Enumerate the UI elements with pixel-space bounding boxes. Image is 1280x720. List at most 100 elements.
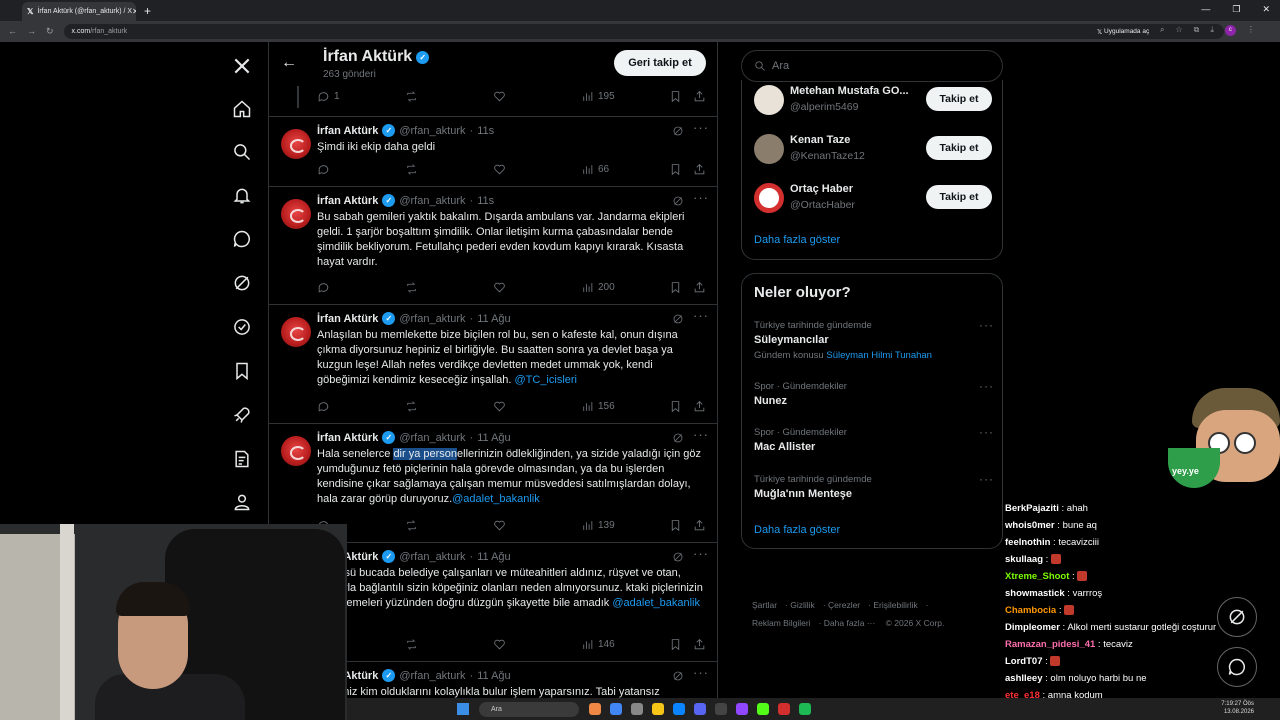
verified-icon[interactable]: [228, 313, 256, 341]
grok-icon[interactable]: [672, 551, 684, 563]
more-options-icon[interactable]: ···: [979, 425, 994, 439]
kick-icon[interactable]: [757, 703, 769, 715]
avatar[interactable]: [281, 129, 311, 159]
grok-icon[interactable]: [672, 313, 684, 325]
trend-item[interactable]: Türkiye tarihinde gündemde Muğla'nın Men…: [754, 472, 994, 500]
reply-button[interactable]: [317, 281, 330, 294]
views-button[interactable]: 66: [581, 163, 609, 176]
more-options-icon[interactable]: ···: [693, 190, 709, 205]
suggestion-name[interactable]: Ortaç Haber: [790, 183, 920, 195]
retweet-button[interactable]: [405, 90, 418, 103]
retweet-button[interactable]: [405, 163, 418, 176]
search-icon[interactable]: [228, 138, 256, 166]
views-button[interactable]: 139: [581, 519, 615, 532]
footer-link[interactable]: Daha fazla ···: [824, 618, 876, 628]
notes-icon[interactable]: [228, 445, 256, 473]
bookmark-button[interactable]: [669, 90, 682, 103]
mention-link[interactable]: @adalet_bakanlik: [612, 597, 700, 609]
grok-icon[interactable]: [672, 125, 684, 137]
share-button[interactable]: [693, 519, 706, 532]
tweet[interactable]: İrfan Aktürk ✓ @rfan_akturk · 11s ··· Bu…: [269, 186, 717, 304]
share-button[interactable]: [693, 638, 706, 651]
share-button[interactable]: [693, 281, 706, 294]
avatar[interactable]: [281, 317, 311, 347]
more-options-icon[interactable]: ···: [693, 308, 709, 323]
close-window-icon[interactable]: ✕: [1262, 4, 1270, 15]
views-button[interactable]: 195: [581, 90, 615, 103]
show-more-link[interactable]: Daha fazla göster: [754, 234, 840, 246]
browser-tab[interactable]: 𝕏 İrfan Aktürk (@rfan_akturk) / X ✕: [22, 2, 136, 21]
windows-start-icon[interactable]: [457, 703, 469, 715]
footer-link[interactable]: Erişilebilirlik: [873, 600, 917, 610]
tweet-time[interactable]: 11 Ağu: [477, 432, 510, 444]
retweet-button[interactable]: [405, 400, 418, 413]
clock[interactable]: 7:19:27 Öös 13.08.2026: [1221, 700, 1254, 716]
avatar[interactable]: [281, 199, 311, 229]
x-logo-icon[interactable]: [228, 52, 256, 80]
avatar[interactable]: [281, 436, 311, 466]
follow-button[interactable]: Takip et: [926, 185, 992, 209]
mention-link[interactable]: @adalet_bakanlik: [452, 493, 540, 505]
search-input[interactable]: Ara: [741, 50, 1003, 82]
edge-icon[interactable]: [673, 703, 685, 715]
author-handle[interactable]: @rfan_akturk: [399, 195, 465, 207]
bookmark-button[interactable]: [669, 519, 682, 532]
app-icon[interactable]: [778, 703, 790, 715]
bell-icon[interactable]: [228, 182, 256, 210]
share-button[interactable]: [693, 163, 706, 176]
bookmark-button[interactable]: [669, 638, 682, 651]
open-in-app-button[interactable]: 𝕏 Uygulamada aç: [1092, 25, 1155, 38]
more-options-icon[interactable]: ···: [979, 318, 994, 332]
grok-icon[interactable]: [228, 269, 256, 297]
like-button[interactable]: [493, 638, 506, 651]
maximize-icon[interactable]: ❐: [1232, 4, 1240, 15]
more-options-icon[interactable]: ···: [693, 427, 709, 442]
bookmark-button[interactable]: [669, 163, 682, 176]
like-button[interactable]: [493, 281, 506, 294]
download-icon[interactable]: ⤓: [1210, 25, 1214, 36]
reply-button[interactable]: [317, 400, 330, 413]
like-button[interactable]: [493, 163, 506, 176]
spotify-icon[interactable]: [799, 703, 811, 715]
messages-float-button[interactable]: [1217, 647, 1257, 687]
rocket-icon[interactable]: [228, 401, 256, 429]
avatar[interactable]: [754, 134, 784, 164]
reply-button[interactable]: 1: [317, 90, 340, 103]
footer-link[interactable]: Reklam Bilgileri: [752, 618, 811, 628]
trend-item[interactable]: Spor · Gündemdekiler Nunez ···: [754, 379, 994, 407]
trend-item[interactable]: Spor · Gündemdekiler Mac Allister ···: [754, 425, 994, 453]
author-handle[interactable]: @rfan_akturk: [399, 432, 465, 444]
reply-button[interactable]: [317, 163, 330, 176]
grok-icon[interactable]: [672, 670, 684, 682]
share-button[interactable]: [693, 90, 706, 103]
obs-icon[interactable]: [715, 703, 727, 715]
more-options-icon[interactable]: ···: [979, 472, 994, 486]
profile-avatar[interactable]: c: [1224, 25, 1236, 36]
trend-item[interactable]: Türkiye tarihinde gündemde Süleymancılar…: [754, 318, 994, 361]
tweet-time[interactable]: 11 Ağu: [477, 551, 510, 563]
app-icon[interactable]: [631, 703, 643, 715]
more-options-icon[interactable]: ···: [979, 379, 994, 393]
bookmark-star-icon[interactable]: ☆: [1175, 25, 1182, 36]
tweet[interactable]: İrfan Aktürk ✓ @rfan_akturk · 11 Ağu ···…: [269, 304, 717, 423]
follow-suggestion[interactable]: Metehan Mustafa GO... @alperim5469 Takip…: [754, 80, 994, 120]
author-handle[interactable]: @rfan_akturk: [399, 551, 465, 563]
author-handle[interactable]: @rfan_akturk: [399, 313, 465, 325]
tweet-time[interactable]: 11 Ağu: [477, 313, 510, 325]
views-button[interactable]: 156: [581, 400, 615, 413]
avatar[interactable]: [754, 183, 784, 213]
new-tab-icon[interactable]: +: [144, 4, 151, 18]
grok-float-button[interactable]: [1217, 597, 1257, 637]
retweet-button[interactable]: [405, 519, 418, 532]
tweet[interactable]: İrfan Aktürk ✓ @rfan_akturk · 11s ··· Şi…: [269, 116, 717, 186]
back-icon[interactable]: ←: [8, 26, 17, 37]
extensions-icon[interactable]: ⧉: [1194, 25, 1200, 36]
app-icon[interactable]: [589, 703, 601, 715]
author-handle[interactable]: @rfan_akturk: [399, 125, 465, 137]
profile-icon[interactable]: [228, 488, 256, 516]
footer-link[interactable]: Gizlilik: [790, 600, 815, 610]
grok-icon[interactable]: [672, 432, 684, 444]
author-name[interactable]: İrfan Aktürk: [317, 313, 378, 325]
retweet-button[interactable]: [405, 638, 418, 651]
follow-button[interactable]: Takip et: [926, 136, 992, 160]
